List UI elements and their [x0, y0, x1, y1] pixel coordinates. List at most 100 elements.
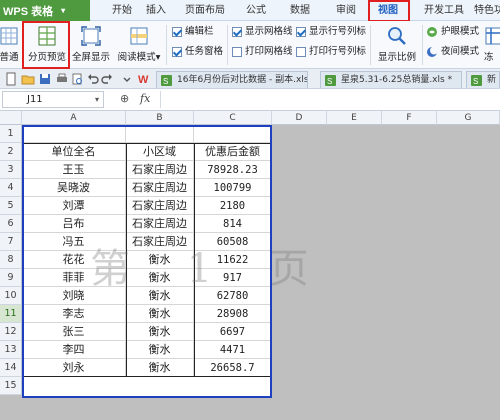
table-cell[interactable]: 小区域 [126, 143, 194, 161]
table-cell[interactable]: 衡水 [126, 305, 194, 323]
tab-developer[interactable]: 开发工具 [424, 0, 464, 21]
select-all-corner[interactable] [0, 111, 22, 125]
table-cell[interactable]: 衡水 [126, 323, 194, 341]
table-cell[interactable]: 衡水 [126, 269, 194, 287]
row-header[interactable]: 12 [0, 323, 22, 341]
table-cell[interactable]: 石家庄周边 [126, 179, 194, 197]
table-cell[interactable]: 衡水 [126, 359, 194, 377]
table-cell[interactable]: 李四 [22, 341, 126, 359]
row-header[interactable]: 7 [0, 233, 22, 251]
document-tab[interactable]: S 星泉5.31-6.25总销量.xls * [320, 71, 462, 88]
table-cell[interactable]: 王玉 [22, 161, 126, 179]
normal-view-button[interactable]: 普通 [0, 23, 24, 65]
table-cell[interactable]: 石家庄周边 [126, 215, 194, 233]
table-cell[interactable]: 26658.7 [194, 359, 272, 377]
tab-data[interactable]: 数据 [290, 0, 310, 21]
row-header[interactable]: 5 [0, 197, 22, 215]
column-header[interactable]: B [126, 111, 194, 125]
table-cell[interactable]: 吕布 [22, 215, 126, 233]
table-cell[interactable]: 28908 [194, 305, 272, 323]
formula-bar-toggle[interactable]: 编辑栏 [172, 23, 214, 41]
table-cell[interactable]: 冯五 [22, 233, 126, 251]
row-header[interactable]: 2 [0, 143, 22, 161]
document-tab[interactable]: S 新 [466, 71, 500, 88]
document-tab[interactable]: S 16年6月份后对比数据 - 副本.xls [156, 71, 308, 88]
table-cell[interactable]: 917 [194, 269, 272, 287]
table-cell[interactable] [194, 125, 272, 143]
table-cell[interactable]: 石家庄周边 [126, 161, 194, 179]
column-header[interactable]: C [194, 111, 272, 125]
row-header[interactable]: 4 [0, 179, 22, 197]
column-header[interactable]: G [437, 111, 500, 125]
table-cell[interactable]: 刘潭 [22, 197, 126, 215]
full-screen-button[interactable]: 全屏显示 [72, 23, 110, 65]
table-cell[interactable]: 张三 [22, 323, 126, 341]
tab-home[interactable]: 开始 [112, 0, 132, 21]
row-header[interactable]: 6 [0, 215, 22, 233]
app-menu-button[interactable]: WPS 表格 ▾ [0, 0, 90, 21]
task-pane-toggle[interactable]: 任务窗格 [172, 43, 223, 61]
tab-review[interactable]: 审阅 [336, 0, 356, 21]
table-cell[interactable]: 衡水 [126, 287, 194, 305]
table-cell[interactable]: 单位全名 [22, 143, 126, 161]
table-cell[interactable]: 石家庄周边 [126, 233, 194, 251]
table-cell[interactable]: 100799 [194, 179, 272, 197]
table-cell[interactable]: 刘晓 [22, 287, 126, 305]
row-header[interactable]: 10 [0, 287, 22, 305]
table-cell[interactable]: 11622 [194, 251, 272, 269]
save-icon[interactable] [38, 72, 52, 86]
wps-logo-icon[interactable]: W [137, 72, 151, 86]
column-header[interactable]: D [272, 111, 327, 125]
row-header[interactable]: 9 [0, 269, 22, 287]
print-preview-icon[interactable] [70, 72, 84, 86]
name-box[interactable]: J11 ▾ [2, 91, 104, 108]
table-cell[interactable]: 2180 [194, 197, 272, 215]
row-header[interactable]: 11 [0, 305, 22, 323]
night-mode-button[interactable]: 夜间模式 [426, 43, 479, 61]
table-cell[interactable]: 4471 [194, 341, 272, 359]
table-cell[interactable]: 衡水 [126, 251, 194, 269]
show-row-col-headers-toggle[interactable]: 显示行号列标 [296, 23, 366, 41]
freeze-panes-button[interactable]: 冻 [484, 23, 500, 65]
zoom-ratio-button[interactable]: 显示比例 [374, 23, 420, 65]
table-cell[interactable]: 刘永 [22, 359, 126, 377]
tab-special[interactable]: 特色功 [474, 0, 500, 21]
zoom-icon[interactable]: ⊕ [120, 92, 129, 105]
column-header[interactable]: A [22, 111, 126, 125]
new-file-icon[interactable] [4, 72, 18, 86]
row-header[interactable]: 3 [0, 161, 22, 179]
sheet-grid[interactable]: A B C D E F G 1 2 3 4 5 6 7 8 9 10 11 12 13 14 15 单位全名… [0, 111, 500, 420]
row-header[interactable]: 8 [0, 251, 22, 269]
table-cell[interactable]: 78928.23 [194, 161, 272, 179]
tab-formulas[interactable]: 公式 [246, 0, 266, 21]
column-header[interactable]: E [327, 111, 382, 125]
table-cell[interactable] [126, 125, 194, 143]
table-cell[interactable]: 814 [194, 215, 272, 233]
table-cell[interactable]: 花花 [22, 251, 126, 269]
row-header[interactable]: 15 [0, 377, 22, 395]
chevron-down-icon[interactable] [120, 72, 134, 86]
column-header[interactable]: F [382, 111, 437, 125]
table-cell[interactable]: 60508 [194, 233, 272, 251]
table-cell[interactable]: 吴晓波 [22, 179, 126, 197]
print-row-col-headers-toggle[interactable]: 打印行号列标 [296, 43, 366, 61]
table-cell[interactable]: 菲菲 [22, 269, 126, 287]
reading-mode-button[interactable]: 阅读模式▾ [114, 23, 164, 65]
print-gridlines-toggle[interactable]: 打印网格线 [232, 43, 293, 61]
row-header[interactable]: 14 [0, 359, 22, 377]
table-cell[interactable]: 6697 [194, 323, 272, 341]
tab-page-layout[interactable]: 页面布局 [185, 0, 225, 21]
undo-icon[interactable] [86, 72, 100, 86]
print-icon[interactable] [55, 72, 69, 86]
show-gridlines-toggle[interactable]: 显示网格线 [232, 23, 293, 41]
table-cell[interactable]: 衡水 [126, 341, 194, 359]
redo-icon[interactable] [100, 72, 114, 86]
table-cell[interactable]: 62780 [194, 287, 272, 305]
table-cell[interactable] [22, 125, 126, 143]
row-header[interactable]: 1 [0, 125, 22, 143]
tab-insert[interactable]: 插入 [146, 0, 166, 21]
formula-input[interactable] [160, 91, 498, 108]
eye-protection-mode-button[interactable]: 护眼模式 [426, 23, 479, 41]
table-cell[interactable]: 石家庄周边 [126, 197, 194, 215]
open-folder-icon[interactable] [21, 72, 35, 86]
